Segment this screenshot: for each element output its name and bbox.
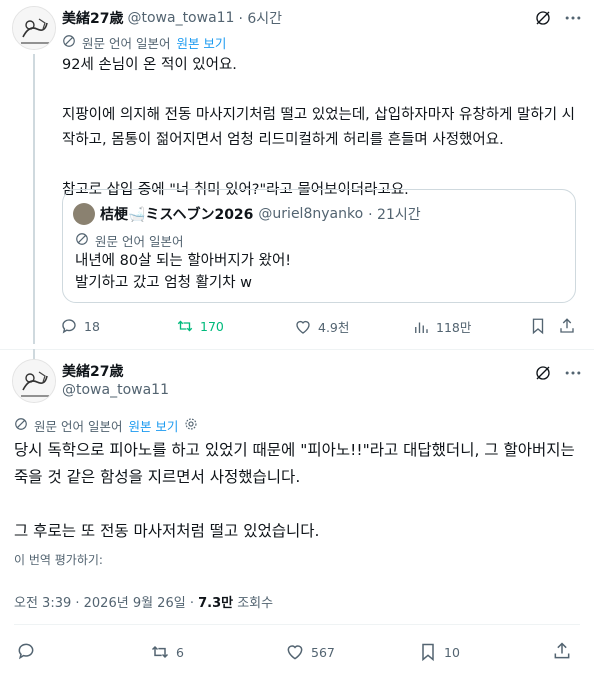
translate-icon (62, 33, 76, 52)
grok-icon[interactable] (534, 364, 552, 386)
reply-button[interactable] (16, 641, 36, 665)
reply-button[interactable]: 18 (60, 317, 100, 335)
quote-text: 내년에 80살 되는 할아버지가 왔어! 발기하고 갔고 엄청 활기차 w (75, 253, 292, 291)
views-label: 조회수 (233, 596, 274, 611)
retweet-count: 6 (176, 644, 184, 660)
quote-translated-from: 원문 언어 일본어 (95, 234, 184, 249)
retweet-button[interactable]: 170 (176, 317, 224, 335)
bookmark-count: 10 (444, 644, 460, 660)
like-button[interactable]: 4.9천 (294, 317, 349, 336)
translation-bar: 원문 언어 일본어 원본 보기 (14, 416, 198, 435)
settings-icon[interactable] (184, 416, 198, 435)
analytics-icon (415, 322, 428, 333)
retweet-icon (151, 645, 169, 659)
quote-translation-bar: 원문 언어 일본어 (75, 231, 183, 250)
grok-icon[interactable] (534, 9, 552, 31)
translation-bar: 원문 언어 일본어 원본 보기 (62, 33, 226, 52)
more-icon[interactable] (563, 364, 583, 386)
quote-display-name: 桔梗🛁ミスヘブン2026 (100, 207, 254, 223)
display-name[interactable]: 美緒27歳 (62, 8, 123, 28)
views-button[interactable]: 118만 (412, 317, 471, 336)
tweet-meta: 오전 3:39 · 2026년 9월 26일 · 7.3만 조회수 (14, 592, 273, 611)
like-button[interactable]: 567 (285, 642, 335, 662)
reply-icon (62, 319, 76, 334)
translated-from: 원문 언어 일본어 (34, 419, 123, 434)
bookmark-button[interactable]: 10 (418, 642, 460, 662)
heart-icon (296, 320, 310, 334)
divider (0, 349, 594, 350)
display-name[interactable]: 美緒27歳 (62, 361, 123, 381)
retweet-icon (177, 320, 193, 332)
like-count: 567 (311, 644, 335, 660)
translate-icon (75, 231, 89, 250)
share-icon[interactable] (558, 317, 576, 339)
translate-icon (14, 416, 28, 435)
thread-line (33, 54, 35, 344)
retweet-count: 170 (200, 318, 224, 334)
show-original-link[interactable]: 원본 보기 (128, 416, 178, 435)
timestamp[interactable]: · 6시간 (238, 8, 282, 28)
tweet-timestamp[interactable]: 오전 3:39 · 2026년 9월 26일 · (14, 596, 198, 611)
quote-avatar (73, 203, 95, 225)
quote-header: 桔梗🛁ミスヘブン2026 @uriel8nyanko · 21시간 (73, 203, 421, 225)
bookmark-icon (422, 643, 434, 662)
quote-tweet[interactable]: 桔梗🛁ミスヘブン2026 @uriel8nyanko · 21시간 원문 언어 … (62, 189, 576, 303)
avatar[interactable] (12, 359, 56, 403)
quote-time: · 21시간 (368, 207, 421, 223)
views-count: 7.3만 (198, 596, 234, 611)
rate-translation[interactable]: 이 번역 평가하기: (14, 551, 103, 568)
show-original-link[interactable]: 원본 보기 (176, 33, 226, 52)
bookmark-icon[interactable] (529, 317, 547, 339)
reply-icon (18, 643, 34, 660)
retweet-button[interactable]: 6 (150, 642, 184, 662)
handle[interactable]: @towa_towa11 (62, 382, 169, 398)
tweet-text: 당시 독학으로 피아노를 하고 있었기 때문에 "피아노!!"라고 대답했더니,… (14, 441, 575, 540)
translated-from: 원문 언어 일본어 (82, 36, 171, 51)
reply-count: 18 (84, 318, 100, 334)
tweet-header: 美緒27歳 @towa_towa11 · 6시간 (62, 8, 282, 28)
more-icon[interactable] (563, 9, 583, 31)
handle[interactable]: @towa_towa11 (127, 10, 234, 26)
avatar[interactable] (12, 6, 56, 50)
tweet-text: 92세 손님이 온 적이 있어요. 지팡이에 의지해 전동 마사지기처럼 떨고 … (62, 57, 575, 198)
thread-line-top (33, 349, 35, 359)
quote-handle: @uriel8nyanko (258, 206, 364, 222)
divider (14, 624, 580, 625)
like-count: 4.9천 (318, 320, 350, 335)
views-count: 118만 (436, 320, 472, 335)
share-icon[interactable] (552, 641, 572, 665)
heart-icon (287, 645, 303, 660)
